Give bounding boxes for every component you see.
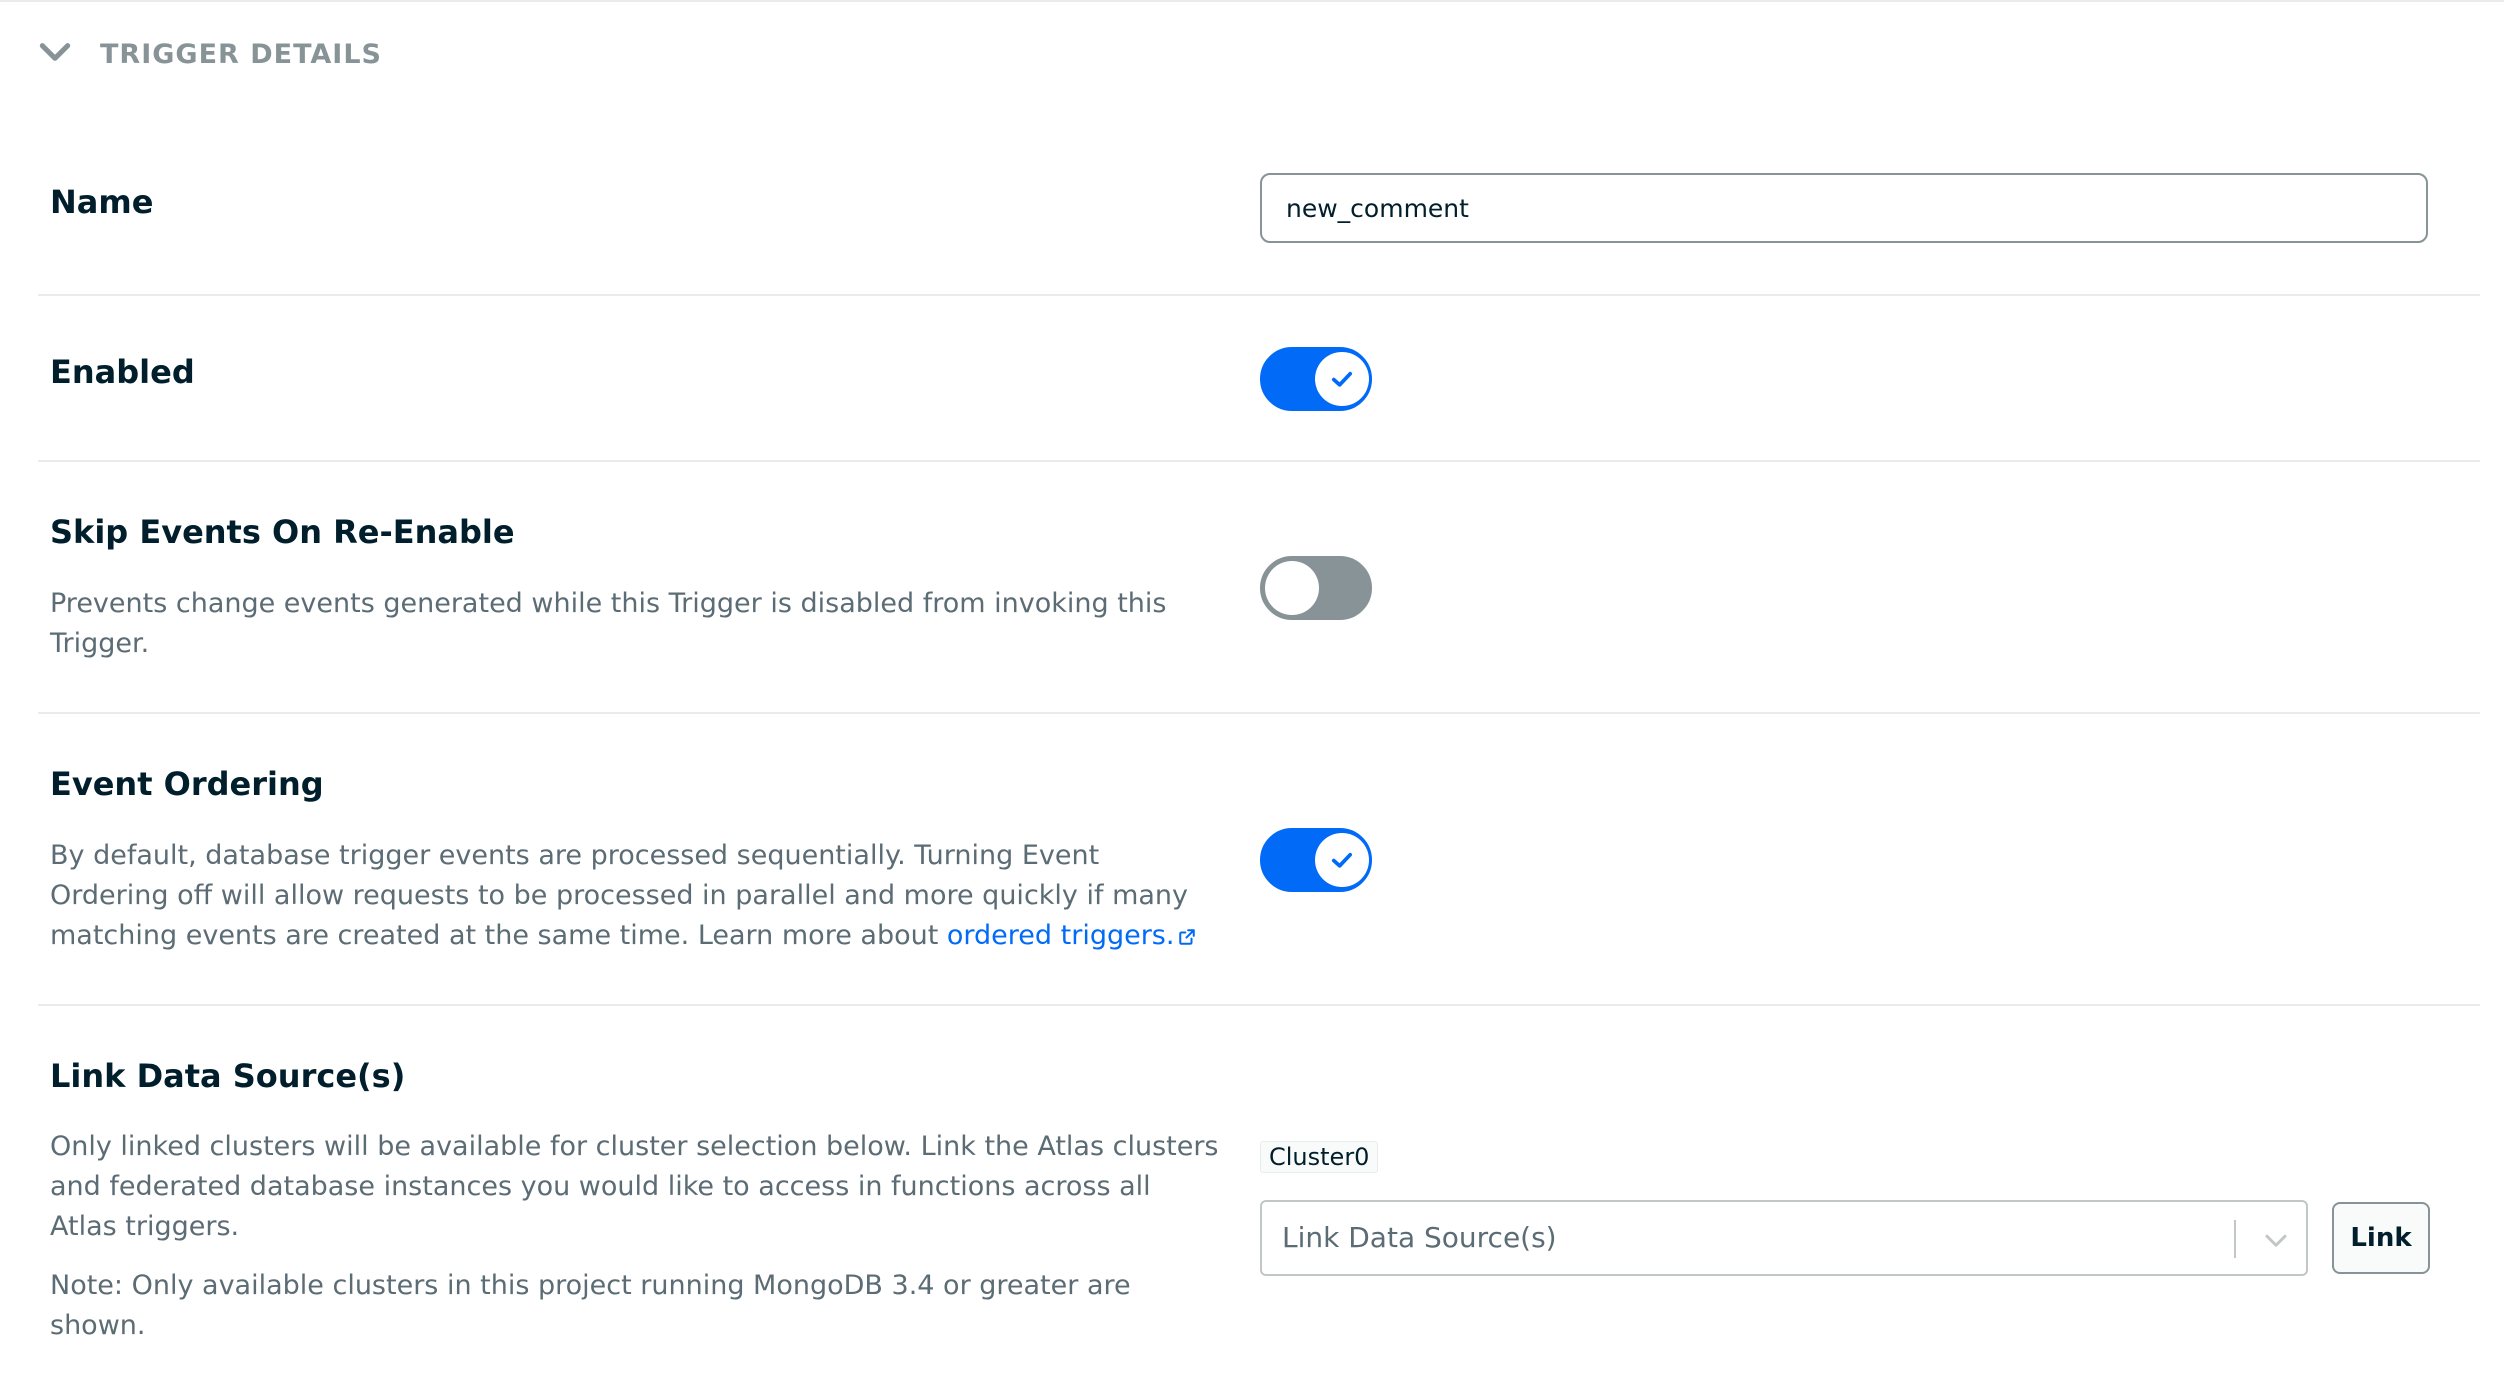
enabled-toggle[interactable] <box>1260 347 1372 411</box>
select-separator <box>2234 1220 2236 1258</box>
link-data-source-note: Note: Only available clusters in this pr… <box>50 1270 1131 1341</box>
trigger-details-header[interactable]: TRIGGER DETAILS <box>36 30 382 78</box>
ordered-triggers-link[interactable]: ordered triggers. <box>947 920 1197 951</box>
toggle-knob <box>1265 561 1319 615</box>
skip-events-toggle[interactable] <box>1260 556 1372 620</box>
enabled-label: Enabled <box>50 353 195 391</box>
divider <box>38 294 2480 296</box>
top-border <box>0 0 2504 2</box>
link-button[interactable]: Link <box>2332 1202 2430 1274</box>
divider <box>38 1004 2480 1006</box>
section-title: TRIGGER DETAILS <box>100 38 382 70</box>
divider <box>38 460 2480 462</box>
divider <box>38 712 2480 714</box>
event-ordering-label: Event Ordering <box>50 765 324 803</box>
skip-events-label: Skip Events On Re-Enable <box>50 513 515 551</box>
link-data-source-select[interactable]: Link Data Source(s) <box>1260 1200 2308 1276</box>
select-placeholder: Link Data Source(s) <box>1282 1221 1557 1254</box>
event-ordering-description: By default, database trigger events are … <box>50 836 1230 958</box>
linked-cluster-tag: Cluster0 <box>1260 1141 1379 1173</box>
skip-events-description: Prevents change events generated while t… <box>50 588 1167 659</box>
name-label: Name <box>50 183 154 221</box>
link-data-source-label: Link Data Source(s) <box>50 1057 406 1095</box>
link-data-source-description: Only linked clusters will be available f… <box>50 1131 1219 1242</box>
check-icon <box>1315 352 1369 406</box>
external-link-icon <box>1178 918 1196 958</box>
chevron-down-icon[interactable] <box>2258 1222 2294 1258</box>
check-icon <box>1315 833 1369 887</box>
event-ordering-toggle[interactable] <box>1260 828 1372 892</box>
chevron-down-icon[interactable] <box>36 33 74 75</box>
name-input[interactable] <box>1260 173 2428 243</box>
